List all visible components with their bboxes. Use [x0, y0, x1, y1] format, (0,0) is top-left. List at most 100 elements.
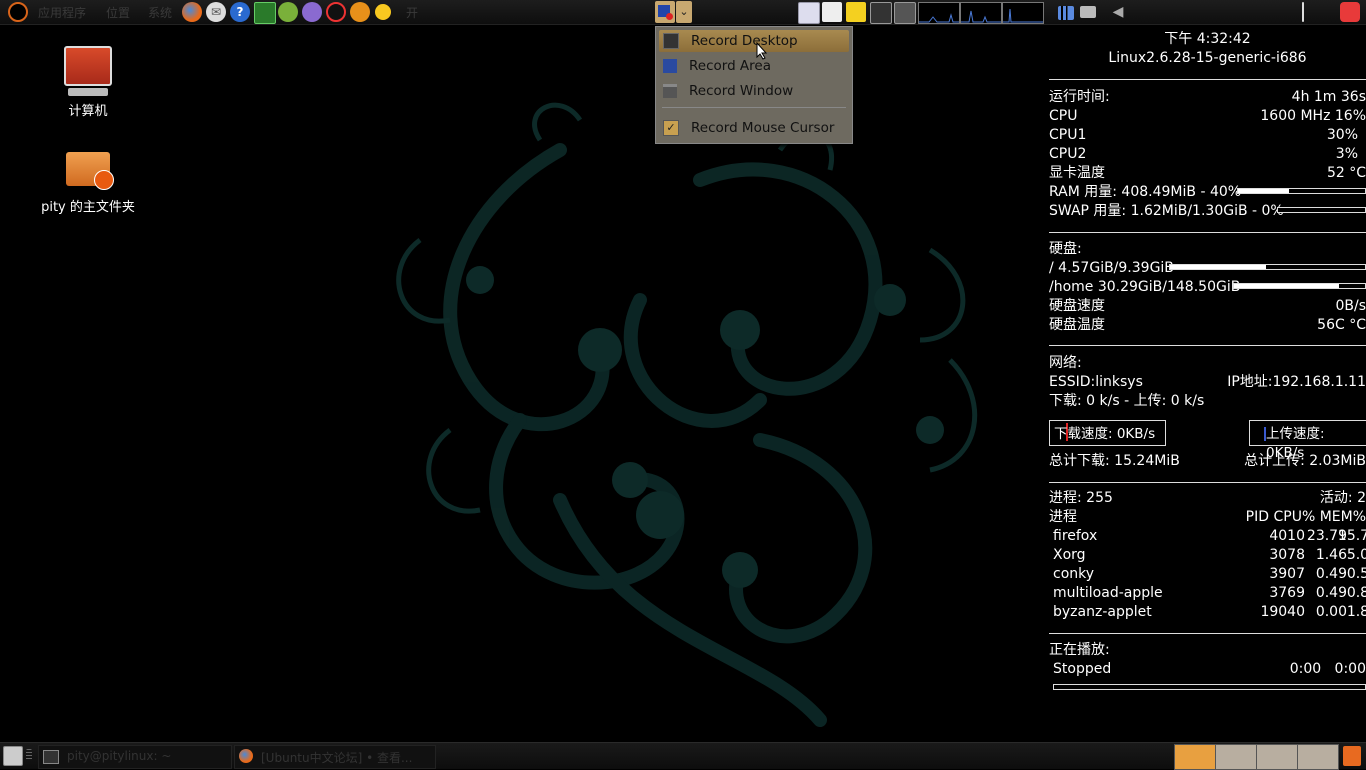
disk-title: 硬盘:: [1049, 241, 1082, 257]
process-row: conky39070.490.54: [1049, 565, 1366, 584]
ram-usage: RAM 用量: 408.49MiB - 40%: [1049, 184, 1242, 200]
process-row: firefox401023.7915.70: [1049, 527, 1366, 546]
ram-usage-bar: [1237, 188, 1366, 194]
mouse-pointer-icon: [756, 42, 768, 60]
desktop-icon-home[interactable]: pity 的主文件夹: [33, 152, 143, 215]
menu-item-record-mouse-cursor[interactable]: ✓ Record Mouse Cursor: [659, 117, 849, 139]
gpu-temp-label: 显卡温度: [1049, 165, 1105, 181]
process-pid: 4010: [1269, 528, 1305, 544]
firefox-icon: [239, 749, 253, 763]
cpu-load-graph[interactable]: [918, 2, 960, 24]
workspace-2[interactable]: [1215, 744, 1257, 770]
essid: ESSID:linksys: [1049, 374, 1143, 390]
taskbar-button-terminal[interactable]: pity@pitylinux: ~: [38, 745, 232, 769]
ip-address: IP地址:192.168.1.11: [1227, 374, 1366, 390]
now-playing-label: 正在播放:: [1049, 642, 1110, 658]
taskbar-button-firefox[interactable]: [Ubuntu中文论坛] • 查看...: [234, 745, 436, 769]
swap-usage: SWAP 用量: 1.62MiB/1.30GiB - 0%: [1049, 203, 1284, 219]
clock-time: 下午 4:32:42: [1164, 31, 1251, 47]
network-share-icon[interactable]: [798, 2, 820, 24]
process-pid: 19040: [1260, 604, 1305, 620]
record-button[interactable]: [655, 1, 675, 23]
process-name: Xorg: [1053, 547, 1086, 563]
menu-places[interactable]: 位置: [106, 4, 130, 21]
network-load-graph[interactable]: [1002, 2, 1044, 24]
cpu-value: 1600 MHz 16%: [1260, 108, 1366, 124]
system-monitor-icon[interactable]: [254, 2, 276, 24]
terminal-icon[interactable]: [870, 2, 892, 24]
divider: [1049, 482, 1366, 483]
process-mem: 1.88: [1346, 604, 1366, 620]
playback-progress-bar: [1053, 684, 1366, 690]
menu-item-label: Record Area: [689, 58, 772, 74]
menu-item-record-area[interactable]: Record Area: [659, 55, 849, 77]
playing-time-total: 0:00: [1334, 661, 1366, 677]
game-icon[interactable]: [278, 2, 298, 22]
download-graph: 下载速度: 0KB/s: [1049, 420, 1166, 446]
mail-icon[interactable]: ✉: [206, 2, 226, 22]
workspace-3[interactable]: [1256, 744, 1298, 770]
taskbar-label: pity@pitylinux: ~: [67, 749, 172, 763]
total-download: 总计下载: 15.24MiB: [1049, 453, 1180, 469]
process-count: 进程: 255: [1049, 490, 1113, 506]
sticky-note-icon[interactable]: [846, 2, 866, 22]
uptime-value: 4h 1m 36s: [1291, 89, 1366, 105]
bottom-panel: pity@pitylinux: ~ [Ubuntu中文论坛] • 查看...: [0, 742, 1366, 770]
notes-icon[interactable]: [822, 2, 842, 22]
fish-app-icon[interactable]: [350, 2, 370, 22]
menu-item-record-desktop[interactable]: Record Desktop: [659, 30, 849, 52]
memory-load-graph[interactable]: [960, 2, 1002, 24]
workspace-4[interactable]: [1297, 744, 1339, 770]
total-upload: 总计上传: 2.03MiB: [1244, 453, 1366, 469]
process-pid: 3769: [1269, 585, 1305, 601]
home-folder-icon: [66, 152, 114, 190]
process-mem: 0.89: [1346, 585, 1366, 601]
pidgin-icon[interactable]: [302, 2, 322, 22]
checkbox-checked-icon[interactable]: ✓: [663, 120, 679, 136]
computer-label: 计算机: [68, 104, 108, 119]
record-dropdown-button[interactable]: ⌄: [676, 1, 692, 23]
disk-temp-value: 56C °C: [1317, 317, 1366, 333]
divider: [1049, 232, 1366, 233]
help-icon[interactable]: ?: [230, 2, 250, 22]
cpu-label: CPU: [1049, 108, 1078, 124]
process-pid: 3078: [1269, 547, 1305, 563]
process-header: 进程: [1049, 509, 1077, 525]
network-title: 网络:: [1049, 355, 1082, 371]
down-up-rate: 下载: 0 k/s - 上传: 0 k/s: [1049, 393, 1205, 409]
menu-item-record-window[interactable]: Record Window: [659, 80, 849, 102]
kernel-version: Linux2.6.28-15-generic-i686: [1108, 50, 1307, 66]
qq-penguin-icon[interactable]: [326, 2, 346, 22]
workspace-1[interactable]: [1174, 744, 1216, 770]
home-disk-usage: /home 30.29GiB/148.50GiB: [1049, 279, 1241, 295]
record-dropdown-menu: Record Desktop Record Area Record Window…: [655, 26, 853, 144]
sun-weather-icon[interactable]: [375, 4, 391, 20]
menu-item-label: Record Desktop: [691, 33, 798, 49]
process-row: Xorg30781.465.09: [1049, 546, 1366, 565]
desktop-icon-computer[interactable]: 计算机: [33, 46, 143, 119]
gpu-temp-value: 52 °C: [1326, 165, 1366, 181]
ubuntu-logo-icon[interactable]: [8, 2, 28, 22]
camera-icon[interactable]: [894, 2, 916, 24]
wifi-signal-icon[interactable]: [1058, 6, 1074, 20]
playing-time-elapsed: 0:00: [1289, 661, 1322, 677]
active-count: 活动: 2: [1319, 490, 1366, 506]
keyboard-icon[interactable]: [1080, 6, 1096, 18]
menu-applications[interactable]: 应用程序: [38, 4, 86, 21]
extra-label: 开: [406, 6, 419, 20]
process-name: conky: [1053, 566, 1095, 582]
volume-icon[interactable]: ◀: [1108, 2, 1128, 22]
home-folder-label: pity 的主文件夹: [41, 200, 135, 215]
divider: [1049, 633, 1366, 634]
menu-system[interactable]: 系统: [148, 4, 172, 21]
process-mem: 15.70: [1337, 528, 1366, 544]
process-pid: 3907: [1269, 566, 1305, 582]
shutdown-icon[interactable]: [1340, 2, 1360, 22]
process-row: multiload-apple37690.490.89: [1049, 584, 1366, 603]
panel-handle[interactable]: [26, 749, 32, 761]
show-desktop-icon[interactable]: [3, 746, 23, 766]
home-disk-bar: [1233, 283, 1366, 289]
trash-icon[interactable]: [1343, 746, 1361, 766]
firefox-icon[interactable]: [182, 2, 202, 22]
top-panel: 应用程序 位置 系统 ✉ ? 开 ⌄ ◀: [0, 0, 1366, 25]
